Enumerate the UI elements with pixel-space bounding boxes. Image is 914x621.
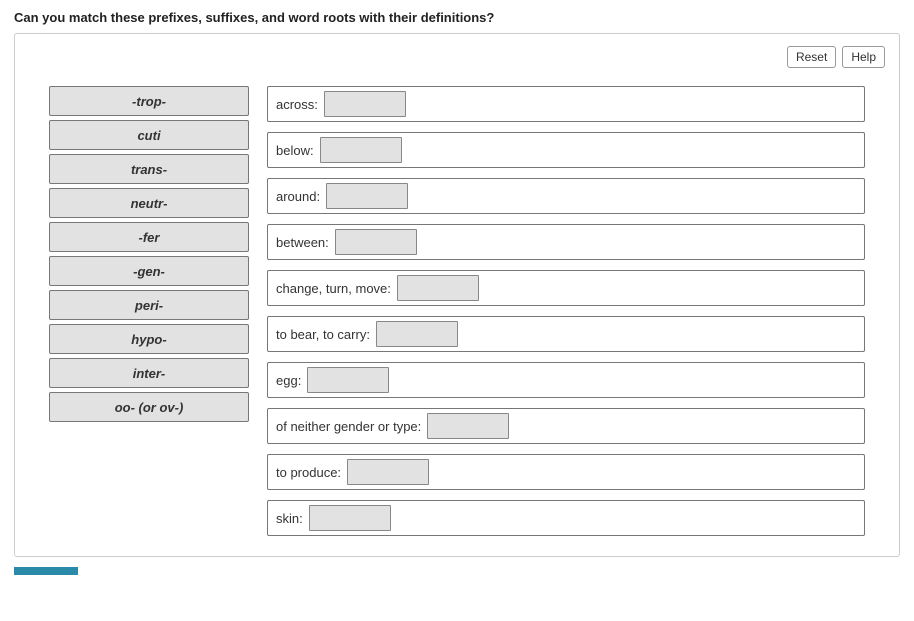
drop-slot[interactable]	[326, 183, 408, 209]
target-label: skin:	[276, 511, 303, 526]
source-item[interactable]: -fer	[49, 222, 249, 252]
target-row: across:	[267, 86, 865, 122]
drop-slot[interactable]	[376, 321, 458, 347]
source-item[interactable]: cuti	[49, 120, 249, 150]
source-item[interactable]: oo- (or ov-)	[49, 392, 249, 422]
source-item[interactable]: hypo-	[49, 324, 249, 354]
target-label: between:	[276, 235, 329, 250]
drop-slot[interactable]	[427, 413, 509, 439]
target-row: between:	[267, 224, 865, 260]
target-label: across:	[276, 97, 318, 112]
drop-slot[interactable]	[347, 459, 429, 485]
drop-slot[interactable]	[309, 505, 391, 531]
drop-slot[interactable]	[320, 137, 402, 163]
drop-slot[interactable]	[307, 367, 389, 393]
target-label: to bear, to carry:	[276, 327, 370, 342]
target-row: egg:	[267, 362, 865, 398]
target-label: egg:	[276, 373, 301, 388]
drop-slot[interactable]	[324, 91, 406, 117]
target-label: below:	[276, 143, 314, 158]
reset-button[interactable]: Reset	[787, 46, 836, 68]
submit-bar	[14, 567, 900, 575]
target-row: of neither gender or type:	[267, 408, 865, 444]
target-row: change, turn, move:	[267, 270, 865, 306]
source-item[interactable]: inter-	[49, 358, 249, 388]
source-item[interactable]: -gen-	[49, 256, 249, 286]
target-row: skin:	[267, 500, 865, 536]
source-column: -trop- cuti trans- neutr- -fer -gen- per…	[49, 86, 249, 536]
drop-slot[interactable]	[397, 275, 479, 301]
source-item[interactable]: peri-	[49, 290, 249, 320]
source-item[interactable]: neutr-	[49, 188, 249, 218]
target-row: around:	[267, 178, 865, 214]
target-label: around:	[276, 189, 320, 204]
match-area: -trop- cuti trans- neutr- -fer -gen- per…	[29, 86, 885, 536]
source-item[interactable]: -trop-	[49, 86, 249, 116]
submit-button[interactable]	[14, 567, 78, 575]
target-row: to bear, to carry:	[267, 316, 865, 352]
toolbar: Reset Help	[29, 46, 885, 68]
question-text: Can you match these prefixes, suffixes, …	[14, 10, 900, 25]
target-column: across: below: around: between: change, …	[267, 86, 865, 536]
drop-slot[interactable]	[335, 229, 417, 255]
source-item[interactable]: trans-	[49, 154, 249, 184]
target-label: of neither gender or type:	[276, 419, 421, 434]
help-button[interactable]: Help	[842, 46, 885, 68]
target-label: to produce:	[276, 465, 341, 480]
target-row: to produce:	[267, 454, 865, 490]
question-panel: Reset Help -trop- cuti trans- neutr- -fe…	[14, 33, 900, 557]
target-label: change, turn, move:	[276, 281, 391, 296]
target-row: below:	[267, 132, 865, 168]
